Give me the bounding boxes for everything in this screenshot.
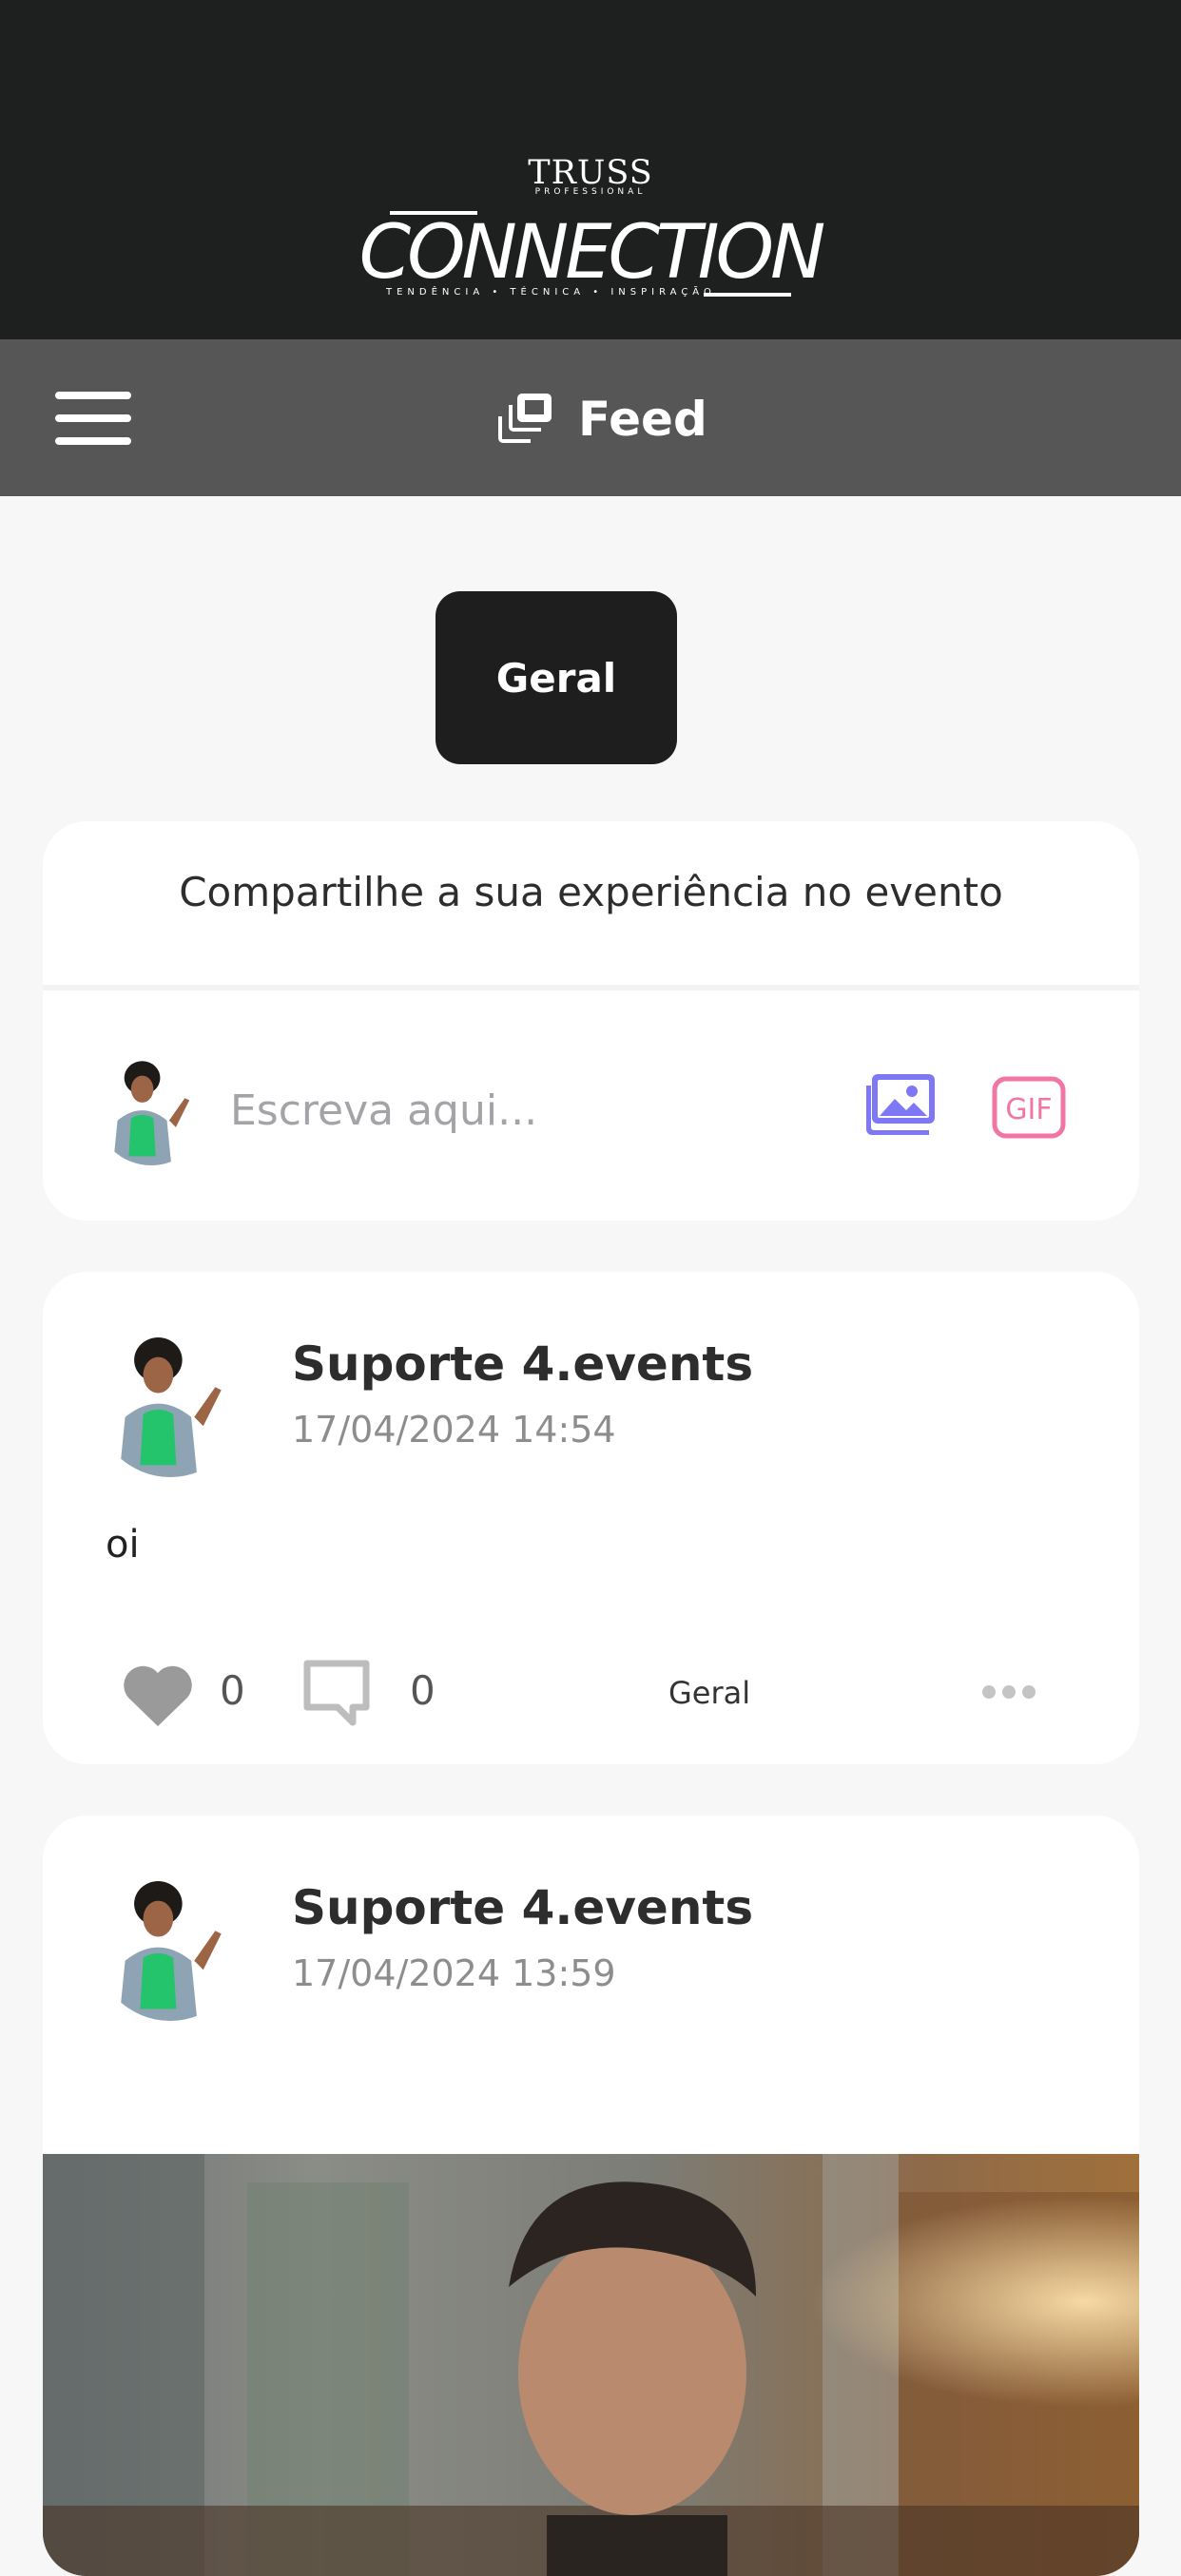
app-header: TRUSS PROFESSIONAL CONNECTION TENDÊNCIA … [0,0,1181,339]
post-actions: 0 0 Geral [43,1652,1139,1747]
heart-icon[interactable] [121,1662,195,1730]
hamburger-menu-icon[interactable] [55,392,131,445]
compose-title: Compartilhe a sua experiência no evento [179,869,1003,915]
more-options-icon[interactable] [982,1681,1039,1703]
post-author: Suporte 4.events [292,1880,754,1935]
logo-tagline: TENDÊNCIA • TÉCNICA • INSPIRAÇÃO [386,287,716,298]
like-count: 0 [220,1667,245,1714]
page-title: Feed [493,381,707,457]
tab-geral[interactable]: Geral [436,591,677,764]
post-text: oi [106,1523,140,1567]
comment-count: 0 [410,1667,436,1714]
stacked-cards-icon [498,394,552,443]
post-card: Suporte 4.events 17/04/2024 13:59 [43,1816,1139,2576]
gif-icon[interactable]: GIF [992,1076,1066,1139]
logo-subtitle: PROFESSIONAL [534,187,647,197]
comment-icon[interactable] [301,1658,372,1726]
compose-card: Compartilhe a sua experiência no evento … [43,821,1139,1221]
post-card: Suporte 4.events 17/04/2024 14:54 oi 0 0… [43,1272,1139,1764]
navbar: Feed [0,339,1181,496]
post-gif-image[interactable] [43,2154,1139,2576]
divider [43,985,1139,990]
post-category: Geral [668,1675,751,1711]
avatar [95,1327,245,1477]
post-author: Suporte 4.events [292,1336,754,1392]
svg-text:GIF: GIF [1005,1093,1052,1126]
logo-brand: TRUSS [528,154,653,192]
avatar [95,1871,245,2021]
page-title-label: Feed [578,392,707,447]
logo-accent-line [704,293,791,297]
image-gallery-icon[interactable] [862,1070,940,1143]
post-text-input[interactable] [228,1076,841,1144]
post-date: 17/04/2024 14:54 [292,1409,616,1451]
avatar [95,1053,207,1165]
logo-title: CONNECTION [358,210,826,296]
post-date: 17/04/2024 13:59 [292,1952,616,1994]
truss-connection-logo: TRUSS PROFESSIONAL CONNECTION TENDÊNCIA … [0,0,1181,339]
